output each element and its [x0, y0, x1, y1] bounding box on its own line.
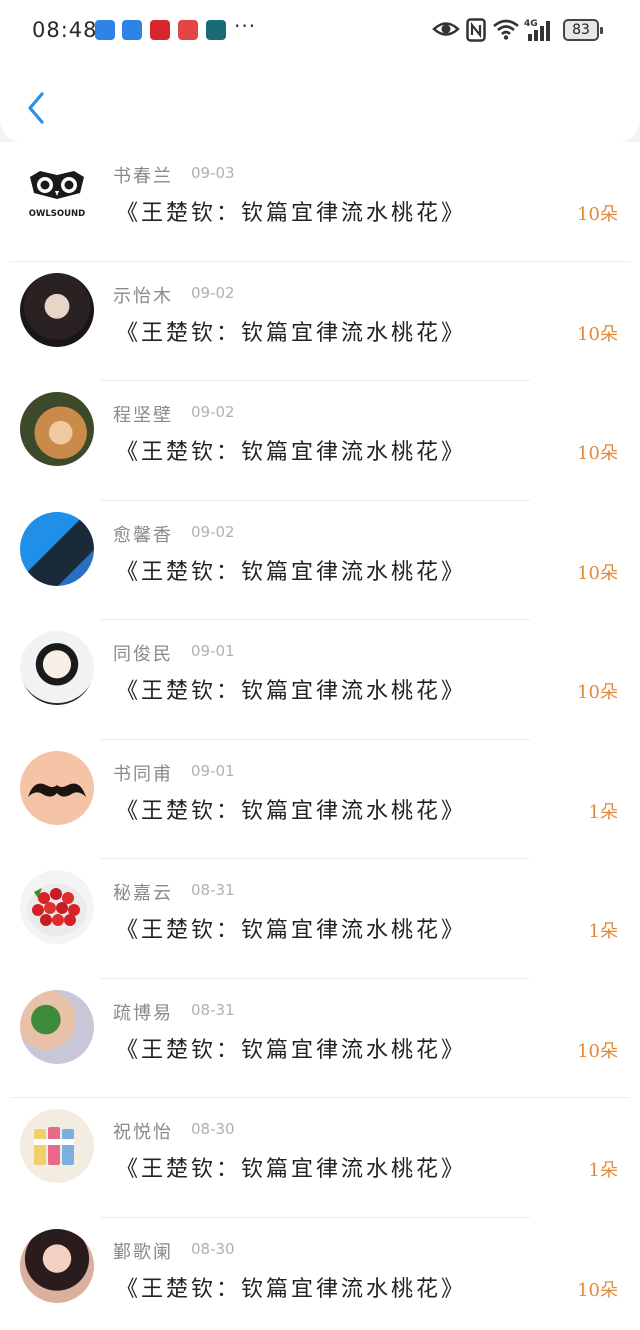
- avatar: [20, 511, 94, 586]
- send-date: 09-02: [191, 522, 235, 541]
- send-date: 09-02: [191, 283, 235, 302]
- list-item[interactable]: 秘嘉云 08-31 《王楚钦：钦篇宜律流水桃花》 1朵: [0, 859, 640, 979]
- list-item[interactable]: 示怡木 09-02 《王楚钦：钦篇宜律流水桃花》 10朵: [0, 262, 640, 381]
- mustache-icon: [28, 783, 86, 797]
- work-title: 《王楚钦：钦篇宜律流水桃花》: [116, 918, 467, 943]
- avatar: [20, 392, 94, 466]
- send-date: 08-30: [191, 1120, 235, 1138]
- stationery-icon: [34, 1127, 74, 1165]
- sender-name: 同俊民: [113, 644, 173, 665]
- work-title: 《王楚钦：钦篇宜律流水桃花》: [116, 1157, 467, 1182]
- avatar: OWLSOUND: [20, 153, 94, 227]
- list-item[interactable]: 祝悦怡 08-30 《王楚钦：钦篇宜律流水桃花》 1朵: [0, 1098, 640, 1218]
- list-item[interactable]: 程坚壁 09-02 《王楚钦：钦篇宜律流水桃花》 10朵: [0, 381, 640, 501]
- flower-count: 10朵: [577, 204, 618, 225]
- work-title: 《王楚钦：钦篇宜律流水桃花》: [116, 201, 467, 226]
- svg-text:OWLSOUND: OWLSOUND: [29, 209, 85, 219]
- send-date: 09-03: [191, 164, 235, 182]
- puzzle-icon: [122, 20, 142, 40]
- avatar: [20, 870, 94, 944]
- avatar: [20, 1228, 94, 1303]
- work-title: 《王楚钦：钦篇宜律流水桃花》: [116, 559, 467, 585]
- flower-count: 10朵: [577, 562, 618, 584]
- flower-count: 10朵: [577, 1040, 618, 1062]
- overflow-dots: ···: [234, 14, 257, 38]
- avatar: [20, 1109, 94, 1183]
- sender-name: 鄞歌阑: [113, 1241, 173, 1263]
- svg-text:4G: 4G: [524, 19, 538, 29]
- avatar: [20, 989, 94, 1064]
- status-time: 08:48: [32, 18, 98, 42]
- nfc-icon: [466, 18, 486, 42]
- work-title: 《王楚钦：钦篇宜律流水桃花》: [116, 320, 467, 346]
- flower-count: 1朵: [588, 921, 618, 942]
- status-bar: 08:48 ··· 4G 83: [0, 0, 640, 60]
- send-app-icon: [206, 20, 226, 40]
- flower-count: 10朵: [577, 1279, 618, 1301]
- list-item[interactable]: OWLSOUND 书春兰 09-03 《王楚钦：钦篇宜律流水桃花》 10朵: [0, 142, 640, 262]
- list-item[interactable]: 疏博易 08-31 《王楚钦：钦篇宜律流水桃花》 10朵: [0, 979, 640, 1098]
- flower-count: 10朵: [577, 323, 618, 345]
- gift-list: OWLSOUND 书春兰 09-03 《王楚钦：钦篇宜律流水桃花》 10朵 示怡…: [0, 142, 640, 1330]
- send-date: 08-30: [191, 1239, 235, 1258]
- list-item[interactable]: 愈馨香 09-02 《王楚钦：钦篇宜律流水桃花》 10朵: [0, 501, 640, 620]
- flower-count: 1朵: [588, 1160, 618, 1181]
- work-title: 《王楚钦：钦篇宜律流水桃花》: [116, 679, 467, 704]
- send-date: 08-31: [191, 881, 235, 899]
- avatar: [20, 750, 94, 825]
- sender-name: 书同甫: [113, 763, 173, 785]
- cherries-icon: [27, 884, 87, 936]
- work-title: 《王楚钦：钦篇宜律流水桃花》: [116, 1037, 467, 1063]
- flower-count: 10朵: [577, 682, 618, 703]
- list-item[interactable]: 同俊民 09-01 《王楚钦：钦篇宜律流水桃花》 10朵: [0, 620, 640, 740]
- list-item[interactable]: 书同甫 09-01 《王楚钦：钦篇宜律流水桃花》 1朵: [0, 740, 640, 859]
- send-date: 08-31: [191, 1000, 235, 1019]
- puzzle-icon: [95, 20, 115, 40]
- flower-count: 10朵: [577, 443, 618, 464]
- heart-app-icon: [150, 20, 170, 40]
- work-title: 《王楚钦：钦篇宜律流水桃花》: [116, 798, 467, 824]
- mail-app-icon: [178, 20, 198, 40]
- avatar: [20, 272, 94, 347]
- signal-4g-icon: 4G: [524, 19, 550, 41]
- battery-icon: 83: [563, 19, 603, 41]
- top-bar: 08:48 ··· 4G 83: [0, 0, 640, 142]
- flower-count: 1朵: [588, 801, 618, 823]
- work-title: 《王楚钦：钦篇宜律流水桃花》: [116, 1276, 467, 1302]
- send-date: 09-01: [191, 642, 235, 660]
- list-item[interactable]: 鄞歌阑 08-30 《王楚钦：钦篇宜律流水桃花》 10朵: [0, 1218, 640, 1330]
- send-date: 09-01: [191, 761, 235, 780]
- send-date: 09-02: [191, 403, 235, 421]
- sender-name: 秘嘉云: [113, 883, 173, 904]
- avatar: [20, 631, 94, 705]
- owlsound-logo-icon: OWLSOUND: [29, 171, 85, 219]
- sender-name: 示怡木: [113, 285, 173, 307]
- sender-name: 愈馨香: [113, 524, 173, 546]
- back-button[interactable]: [22, 88, 50, 128]
- sender-name: 疏博易: [113, 1002, 173, 1024]
- work-title: 《王楚钦：钦篇宜律流水桃花》: [116, 440, 467, 465]
- sender-name: 程坚壁: [113, 405, 173, 426]
- sender-name: 书春兰: [113, 166, 173, 187]
- wifi-icon: [493, 19, 519, 40]
- eye-icon: [432, 22, 460, 36]
- sender-name: 祝悦怡: [113, 1122, 173, 1143]
